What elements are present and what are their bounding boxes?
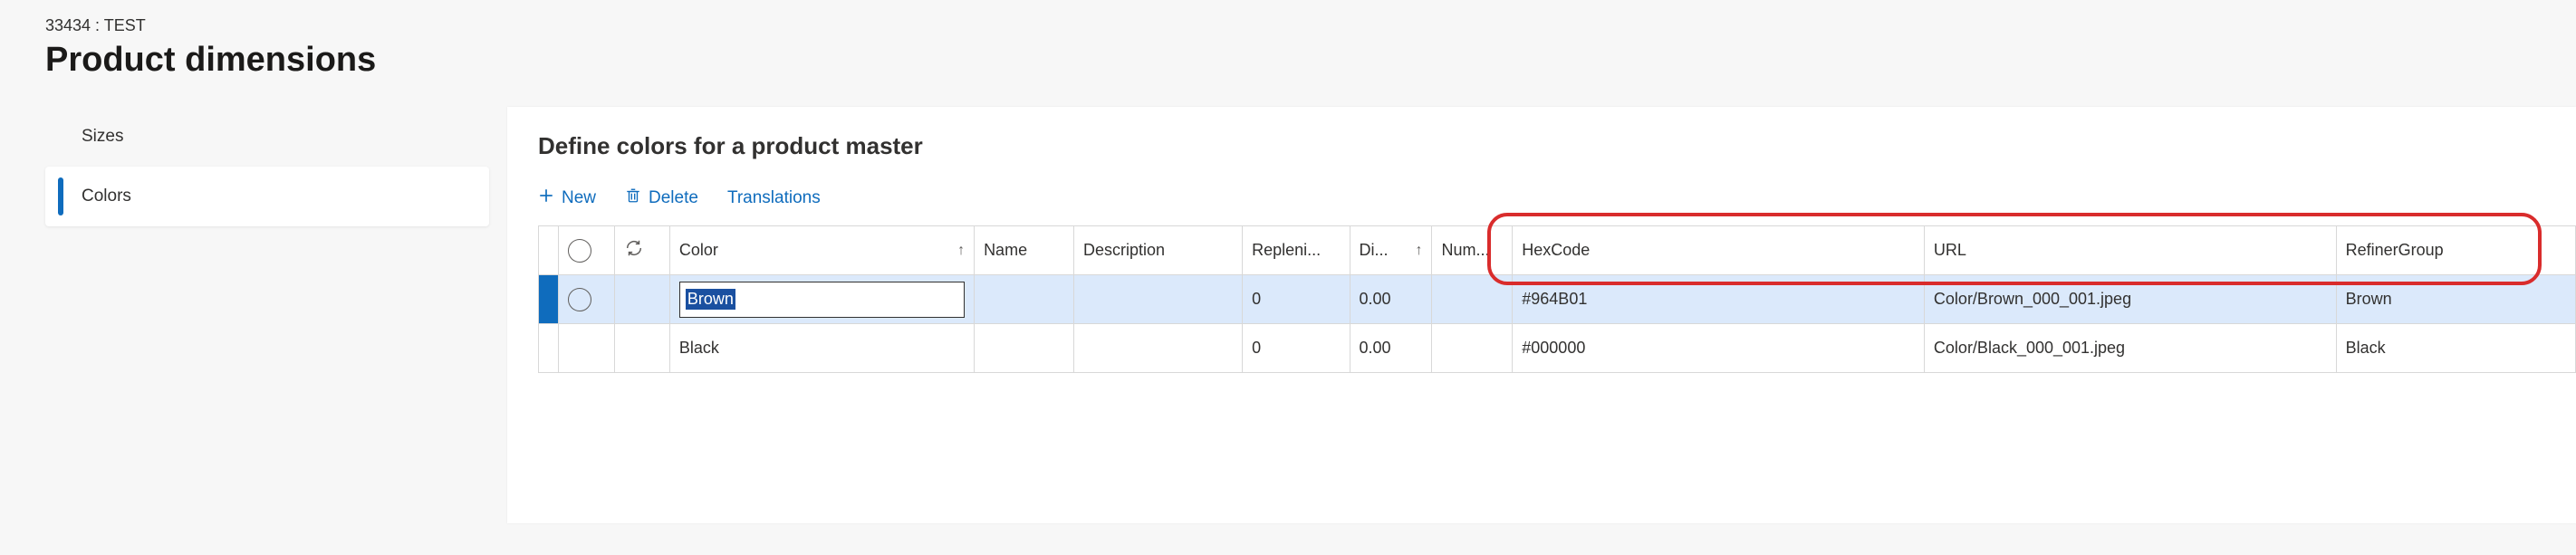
- cell-url[interactable]: Color/Black_000_001.jpeg: [1924, 324, 2336, 373]
- color-input[interactable]: Brown: [679, 282, 965, 318]
- table-row[interactable]: Brown 0 0.00 #964B01 Color/Brown_000_001…: [539, 275, 2576, 324]
- cell-display[interactable]: 0.00: [1350, 275, 1432, 324]
- col-name[interactable]: Name: [975, 226, 1074, 275]
- col-select-all[interactable]: [559, 226, 614, 275]
- row-marker: [539, 324, 559, 373]
- cell-hexcode[interactable]: #000000: [1513, 324, 1925, 373]
- cell-replenishment[interactable]: 0: [1243, 324, 1350, 373]
- col-rowmarker: [539, 226, 559, 275]
- cell-name[interactable]: [975, 324, 1074, 373]
- circle-icon: [568, 239, 591, 263]
- table-row[interactable]: Black 0 0.00 #000000 Color/Black_000_001…: [539, 324, 2576, 373]
- page-title: Product dimensions: [45, 41, 2576, 80]
- breadcrumb: 33434 : TEST: [45, 16, 2576, 35]
- sort-asc-icon: ↑: [957, 243, 965, 259]
- translations-button[interactable]: Translations: [727, 188, 821, 208]
- col-display-label: Di...: [1360, 241, 1389, 259]
- cell-hexcode[interactable]: #964B01: [1513, 275, 1925, 324]
- main-panel: Define colors for a product master New D…: [507, 107, 2576, 523]
- cell-description[interactable]: [1074, 275, 1243, 324]
- cell-color[interactable]: Black: [669, 324, 974, 373]
- tab-label: Colors: [82, 187, 131, 206]
- delete-label: Delete: [649, 188, 698, 208]
- cell-name[interactable]: [975, 275, 1074, 324]
- cell-color[interactable]: Brown: [669, 275, 974, 324]
- sidebar: Sizes Colors: [45, 107, 507, 226]
- cell-url[interactable]: Color/Brown_000_001.jpeg: [1924, 275, 2336, 324]
- cell-number[interactable]: [1432, 275, 1513, 324]
- trash-icon: [625, 187, 641, 209]
- cell-number[interactable]: [1432, 324, 1513, 373]
- new-button[interactable]: New: [538, 187, 596, 209]
- plus-icon: [538, 187, 554, 209]
- col-number[interactable]: Num...: [1432, 226, 1513, 275]
- panel-title: Define colors for a product master: [538, 132, 2576, 160]
- row-select[interactable]: [559, 324, 614, 373]
- tab-colors[interactable]: Colors: [45, 167, 489, 226]
- cell-display[interactable]: 0.00: [1350, 324, 1432, 373]
- tab-label: Sizes: [82, 127, 123, 147]
- col-color[interactable]: Color ↑: [669, 226, 974, 275]
- cell-description[interactable]: [1074, 324, 1243, 373]
- col-display[interactable]: Di... ↑: [1350, 226, 1432, 275]
- row-spacer: [614, 275, 669, 324]
- row-select[interactable]: [559, 275, 614, 324]
- row-spacer: [614, 324, 669, 373]
- color-grid: Color ↑ Name Description Repleni... Di..…: [538, 225, 2576, 373]
- circle-icon: [568, 288, 591, 311]
- translations-label: Translations: [727, 188, 821, 208]
- col-url[interactable]: URL: [1924, 226, 2336, 275]
- new-label: New: [562, 188, 596, 208]
- cell-refinergroup[interactable]: Black: [2336, 324, 2575, 373]
- cell-replenishment[interactable]: 0: [1243, 275, 1350, 324]
- row-marker: [539, 275, 559, 324]
- col-refinergroup[interactable]: RefinerGroup: [2336, 226, 2575, 275]
- sort-asc-icon: ↑: [1415, 243, 1422, 259]
- tab-sizes[interactable]: Sizes: [45, 107, 489, 167]
- toolbar: New Delete Translations: [538, 187, 2576, 209]
- col-color-label: Color: [679, 241, 718, 259]
- delete-button[interactable]: Delete: [625, 187, 698, 209]
- col-replenishment[interactable]: Repleni...: [1243, 226, 1350, 275]
- col-hexcode[interactable]: HexCode: [1513, 226, 1925, 275]
- cell-refinergroup[interactable]: Brown: [2336, 275, 2575, 324]
- refresh-button[interactable]: [614, 226, 669, 275]
- col-description[interactable]: Description: [1074, 226, 1243, 275]
- color-input-value: Brown: [686, 289, 735, 310]
